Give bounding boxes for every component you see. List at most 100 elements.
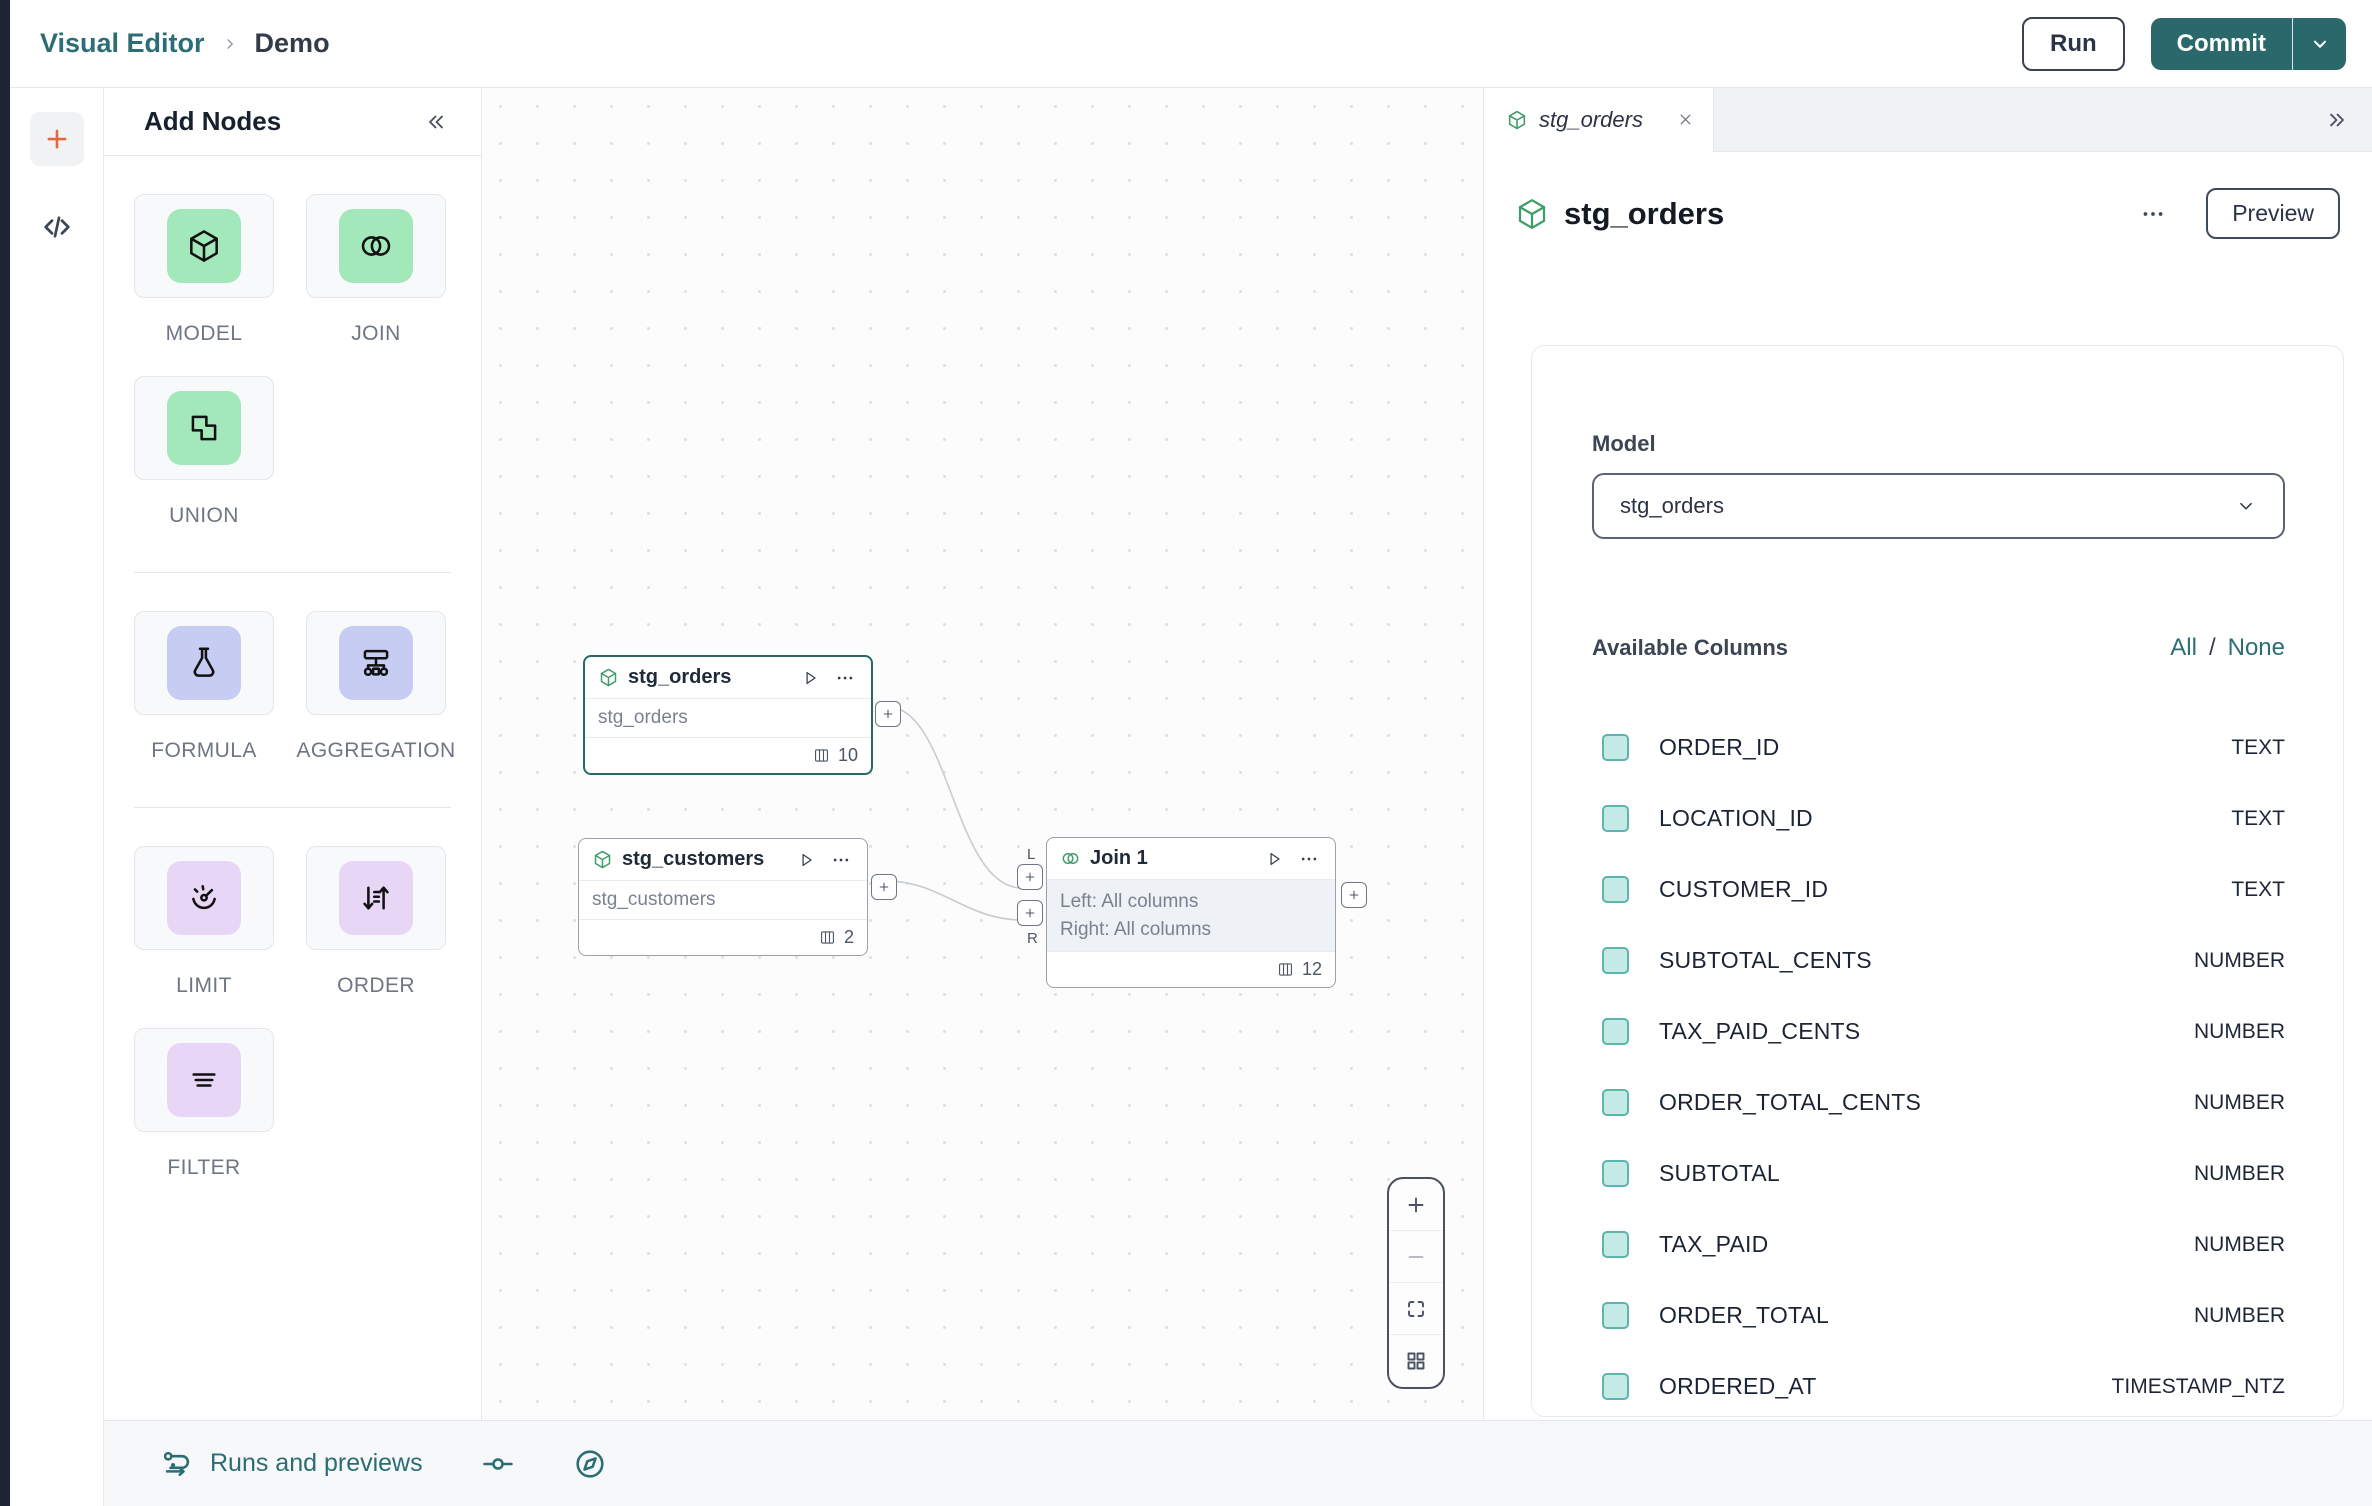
chevron-right-icon [221, 35, 239, 53]
limit-gauge-icon [167, 861, 241, 935]
model-config-card: Model stg_orders Available Columns All /… [1531, 345, 2344, 1417]
add-node-label: FORMULA [151, 739, 256, 763]
add-node-card [306, 611, 446, 715]
column-checkbox[interactable] [1602, 1089, 1629, 1116]
code-view-button[interactable] [40, 210, 74, 244]
column-name: TAX_PAID [1659, 1231, 2194, 1258]
add-button[interactable] [30, 112, 84, 166]
columns-icon [818, 928, 837, 947]
output-handle[interactable] [1341, 882, 1367, 908]
node-menu-button[interactable] [832, 668, 858, 688]
node-stg-orders[interactable]: stg_orders stg_orders 10 [583, 655, 873, 775]
column-checkbox[interactable] [1602, 734, 1629, 761]
layout-grid-button[interactable] [1389, 1335, 1443, 1387]
column-name: ORDER_ID [1659, 734, 2231, 761]
union-squares-icon [167, 391, 241, 465]
model-cube-icon [1506, 109, 1528, 131]
column-row-tax_paid: TAX_PAID NUMBER [1592, 1209, 2285, 1280]
join-left-input-handle[interactable] [1017, 864, 1043, 890]
chevrons-right-icon [2324, 107, 2350, 133]
add-node-item-aggregation[interactable]: AGGREGATION [306, 611, 446, 763]
node-join-1[interactable]: Join 1 Left: All columns Right: All colu… [1046, 837, 1336, 988]
model-select-value: stg_orders [1620, 493, 2235, 519]
column-checkbox[interactable] [1602, 1373, 1629, 1400]
node-stg-customers[interactable]: stg_customers stg_customers 2 [578, 838, 868, 956]
compass-button[interactable] [573, 1447, 607, 1481]
join-right-config: Right: All columns [1060, 916, 1322, 944]
node-menu-button[interactable] [1296, 849, 1322, 869]
add-node-label: AGGREGATION [296, 739, 455, 763]
output-handle[interactable] [871, 874, 897, 900]
column-checkbox[interactable] [1602, 1231, 1629, 1258]
expand-panel-button[interactable] [2324, 107, 2350, 133]
add-node-item-limit[interactable]: LIMIT [134, 846, 274, 998]
runs-and-previews-button[interactable]: Runs and previews [160, 1447, 423, 1481]
column-name: TAX_PAID_CENTS [1659, 1018, 2194, 1045]
edge-customers-to-join [887, 881, 1022, 920]
add-nodes-panel: Add Nodes MODEL JOIN UNION FORMULA [104, 88, 482, 1420]
column-checkbox[interactable] [1602, 947, 1629, 974]
git-commit-button[interactable] [481, 1447, 515, 1481]
column-checkbox[interactable] [1602, 805, 1629, 832]
play-icon [800, 668, 820, 688]
column-row-tax_paid_cents: TAX_PAID_CENTS NUMBER [1592, 996, 2285, 1067]
fit-view-button[interactable] [1389, 1283, 1443, 1335]
tab-stg-orders[interactable]: stg_orders [1484, 88, 1714, 152]
play-icon [796, 850, 816, 870]
output-handle[interactable] [875, 701, 901, 727]
node-header: stg_orders [585, 657, 871, 698]
add-node-item-formula[interactable]: FORMULA [134, 611, 274, 763]
zoom-out-button[interactable] [1389, 1231, 1443, 1283]
breadcrumb-visual-editor[interactable]: Visual Editor [40, 28, 205, 59]
add-node-label: JOIN [351, 322, 400, 346]
preview-button[interactable]: Preview [2206, 188, 2340, 239]
node-run-button[interactable] [1261, 849, 1287, 869]
ellipsis-icon [2140, 201, 2166, 227]
node-run-button[interactable] [793, 850, 819, 870]
column-checkbox[interactable] [1602, 876, 1629, 903]
add-node-item-union[interactable]: UNION [134, 376, 274, 528]
column-name: LOCATION_ID [1659, 805, 2231, 832]
panel-title: stg_orders [1564, 196, 2126, 232]
column-type: NUMBER [2194, 949, 2285, 973]
tab-close-button[interactable] [1676, 110, 1695, 129]
left-rail [10, 88, 104, 1506]
edge-orders-to-join [888, 707, 1022, 888]
plus-icon [1347, 888, 1361, 902]
dag-canvas[interactable]: stg_orders stg_orders 10 stg_customers s… [482, 88, 1483, 1420]
join-circles-icon [339, 209, 413, 283]
tab-title: stg_orders [1539, 107, 1665, 133]
add-node-item-model[interactable]: MODEL [134, 194, 274, 346]
collapse-panel-button[interactable] [423, 109, 449, 135]
add-node-item-order[interactable]: ORDER [306, 846, 446, 998]
column-checkbox[interactable] [1602, 1160, 1629, 1187]
add-node-item-join[interactable]: JOIN [306, 194, 446, 346]
node-details-panel: stg_orders stg_orders Preview Model stg_… [1483, 88, 2372, 1506]
zoom-in-button[interactable] [1389, 1179, 1443, 1231]
panel-menu-button[interactable] [2140, 201, 2166, 227]
bottom-bar: Runs and previews [104, 1420, 2372, 1506]
add-node-label: UNION [169, 504, 239, 528]
canvas-zoom-controls [1387, 1177, 1445, 1389]
column-row-customer_id: CUSTOMER_ID TEXT [1592, 854, 2285, 925]
node-menu-button[interactable] [828, 850, 854, 870]
join-right-input-handle[interactable] [1017, 900, 1043, 926]
join-left-config: Left: All columns [1060, 888, 1322, 916]
node-run-button[interactable] [797, 668, 823, 688]
column-checkbox[interactable] [1602, 1018, 1629, 1045]
commit-dropdown-button[interactable] [2292, 18, 2346, 70]
add-node-label: MODEL [166, 322, 243, 346]
minus-icon [1404, 1245, 1428, 1269]
commit-button[interactable]: Commit [2151, 18, 2292, 70]
model-select[interactable]: stg_orders [1592, 473, 2285, 539]
column-checkbox[interactable] [1602, 1302, 1629, 1329]
select-all-link[interactable]: All [2170, 634, 2197, 662]
column-count: 10 [838, 745, 858, 766]
available-columns-title: Available Columns [1592, 635, 2170, 661]
run-button[interactable]: Run [2022, 17, 2125, 71]
add-node-item-filter[interactable]: FILTER [134, 1028, 274, 1180]
node-footer: 10 [585, 738, 871, 773]
git-commit-icon [481, 1447, 515, 1481]
add-node-card [134, 194, 274, 298]
select-none-link[interactable]: None [2228, 634, 2285, 662]
